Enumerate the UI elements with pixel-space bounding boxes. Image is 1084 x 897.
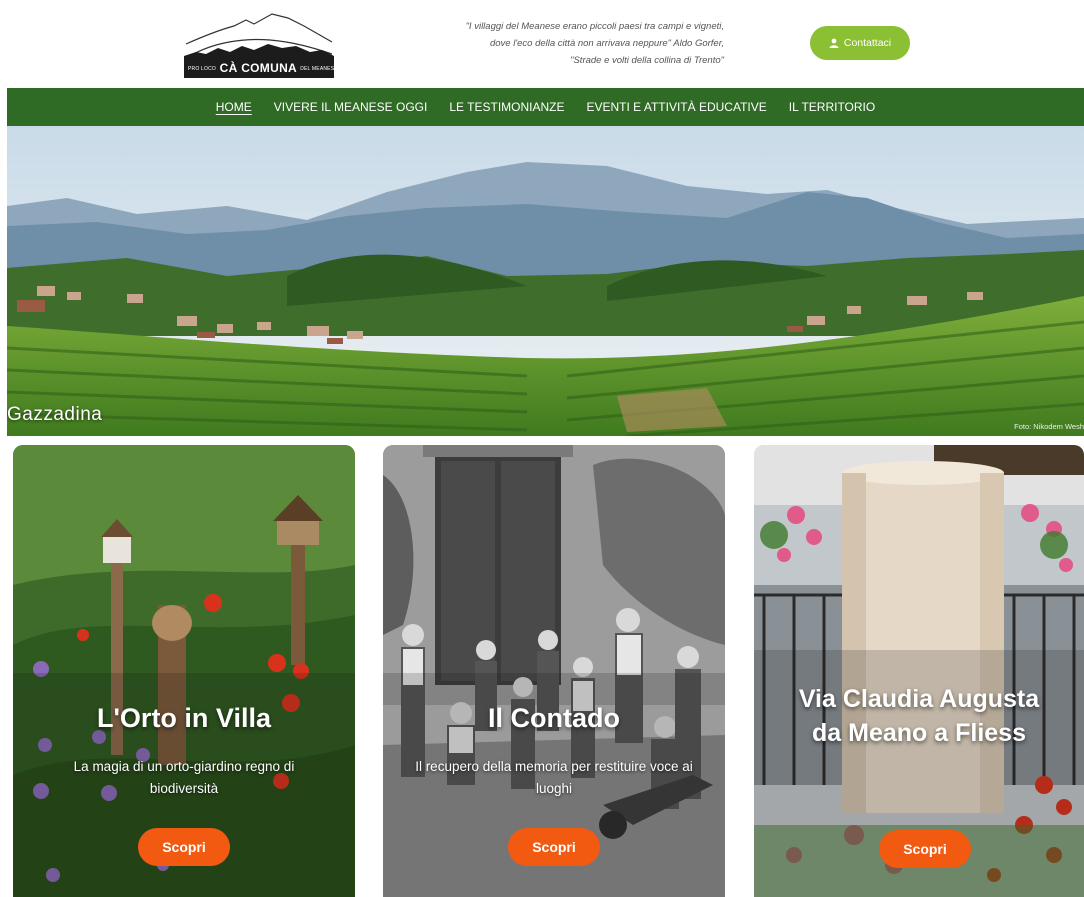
scopri-button[interactable]: Scopri xyxy=(508,828,600,866)
quote-line: "I villaggi del Meanese erano piccoli pa… xyxy=(465,21,724,32)
contact-button-label: Contattaci xyxy=(843,37,892,49)
card-title: Il Contado xyxy=(488,703,620,733)
nav-item-il-territorio[interactable]: IL TERRITORIO xyxy=(778,100,886,114)
card-description: La magia di un orto-giardino regno di bi… xyxy=(73,759,295,796)
user-icon xyxy=(829,38,839,48)
site-header: PRO LOCO CÀ COMUNA DEL MEANESE "I villag… xyxy=(0,0,1084,88)
nav-item-vivere-il-meanese-oggi[interactable]: VIVERE IL MEANESE OGGI xyxy=(263,100,439,114)
card-via-claudia-augusta[interactable]: Via Claudia Augusta da Meano a Fliess Sc… xyxy=(754,445,1084,897)
scopri-button[interactable]: Scopri xyxy=(138,828,230,866)
hero-caption: Gazzadina xyxy=(7,404,103,425)
card-il-contado[interactable]: Il Contado Il recupero della memoria per… xyxy=(383,445,725,897)
nav-item-le-testimonianze[interactable]: LE TESTIMONIANZE xyxy=(438,100,575,114)
hero-landscape-image xyxy=(7,126,1084,436)
card-title: Via Claudia Augusta da Meano a Fliess xyxy=(798,685,1040,747)
card-title: L'Orto in Villa xyxy=(97,703,271,733)
main-nav: HOME VIVERE IL MEANESE OGGI LE TESTIMONI… xyxy=(7,88,1084,126)
nav-item-home[interactable]: HOME xyxy=(205,100,263,114)
contact-button[interactable]: Contattaci xyxy=(810,26,910,60)
quote-line: "Strade e volti della collina di Trento" xyxy=(570,55,724,66)
header-quote: "I villaggi del Meanese erano piccoli pa… xyxy=(418,18,724,69)
hero-banner: Gazzadina Foto: Nikodem Wesh xyxy=(7,126,1084,436)
card-orto-in-villa[interactable]: L'Orto in Villa La magia di un orto-giar… xyxy=(13,445,355,897)
card-description: Il recupero della memoria per restituire… xyxy=(415,759,693,796)
photo-credit: Foto: Nikodem Wesh xyxy=(1014,422,1084,431)
nav-item-eventi-attivita-educative[interactable]: EVENTI E ATTIVITÀ EDUCATIVE xyxy=(576,100,778,114)
scopri-button[interactable]: Scopri xyxy=(879,830,971,868)
site-logo[interactable]: PRO LOCO CÀ COMUNA DEL MEANESE xyxy=(184,12,338,78)
quote-line: dove l'eco della città non arrivava nepp… xyxy=(489,38,724,49)
logo-text: PRO LOCO CÀ COMUNA DEL MEANESE xyxy=(188,61,338,75)
